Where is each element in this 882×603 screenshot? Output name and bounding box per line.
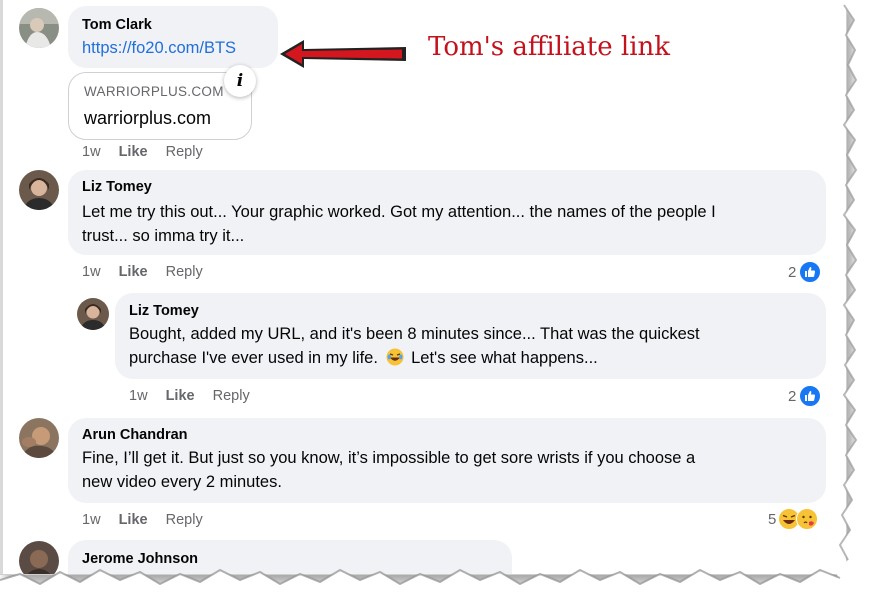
- heart-kiss-emoji-icon: [796, 508, 819, 530]
- comment-actions: 1w Like Reply: [82, 144, 217, 160]
- reply-button[interactable]: Reply: [166, 144, 203, 160]
- reaction-summary[interactable]: 2: [788, 384, 823, 408]
- comment-thread-screenshot: Tom Clark https://fo20.com/BTS WARRIORPL…: [0, 0, 847, 575]
- comment-actions: 1w Like Reply: [82, 512, 217, 528]
- annotation-arrow-icon: [280, 40, 406, 68]
- comment-author[interactable]: Arun Chandran: [82, 427, 188, 443]
- affiliate-link[interactable]: https://fo20.com/BTS: [82, 36, 236, 60]
- like-button[interactable]: Like: [119, 512, 148, 528]
- comment-author[interactable]: Tom Clark: [82, 17, 152, 33]
- avatar-liz-tomey[interactable]: [19, 170, 59, 210]
- comment-actions: 1w Like Reply: [82, 264, 217, 280]
- comment-text-line: purchase I've ever used in my life. Let'…: [129, 346, 598, 373]
- avatar-tom-clark[interactable]: [19, 8, 59, 48]
- reaction-count: 2: [788, 263, 797, 281]
- avatar-arun-chandran[interactable]: [19, 418, 59, 458]
- avatar-liz-tomey[interactable]: [77, 298, 109, 330]
- left-divider: [0, 0, 3, 574]
- comment-actions: 1w Like Reply: [129, 388, 264, 404]
- comment-text-part: purchase I've ever used in my life.: [129, 349, 378, 367]
- thumbs-up-icon: [798, 260, 823, 284]
- comment-author[interactable]: Liz Tomey: [82, 179, 152, 195]
- comment-text-part: Let's see what happens...: [411, 349, 598, 367]
- comment-author[interactable]: Jerome Johnson: [82, 551, 198, 567]
- info-icon[interactable]: i: [224, 65, 256, 97]
- comment-author[interactable]: Liz Tomey: [129, 303, 199, 319]
- comment-text-line: Bought, added my URL, and it's been 8 mi…: [129, 325, 700, 343]
- comment-text-line: Fine, I’ll get it. But just so you know,…: [82, 449, 696, 467]
- thumbs-up-icon: [798, 384, 823, 408]
- timestamp[interactable]: 1w: [129, 388, 148, 404]
- timestamp[interactable]: 1w: [82, 512, 101, 528]
- comment-text-line: new video every 2 minutes.: [82, 473, 282, 491]
- laughing-emoji-icon: [386, 348, 404, 373]
- like-button[interactable]: Like: [119, 144, 148, 160]
- preview-domain: WARRIORPLUS.COM: [84, 84, 224, 99]
- timestamp[interactable]: 1w: [82, 144, 101, 160]
- timestamp[interactable]: 1w: [82, 264, 101, 280]
- reaction-summary[interactable]: 2: [788, 260, 823, 284]
- like-button[interactable]: Like: [166, 388, 195, 404]
- reply-button[interactable]: Reply: [213, 388, 250, 404]
- annotation-label: Tom's affiliate link: [428, 32, 671, 62]
- comment-text-line: trust... so imma try it...: [82, 227, 245, 245]
- like-button[interactable]: Like: [119, 264, 148, 280]
- avatar-jerome-johnson[interactable]: [19, 541, 59, 574]
- preview-title: warriorplus.com: [84, 108, 212, 128]
- reaction-count: 2: [788, 387, 797, 405]
- reply-button[interactable]: Reply: [166, 512, 203, 528]
- reaction-count: 5: [768, 510, 777, 528]
- reaction-summary[interactable]: 5: [768, 508, 819, 530]
- comment-text-line: Let me try this out... Your graphic work…: [82, 203, 716, 221]
- reply-button[interactable]: Reply: [166, 264, 203, 280]
